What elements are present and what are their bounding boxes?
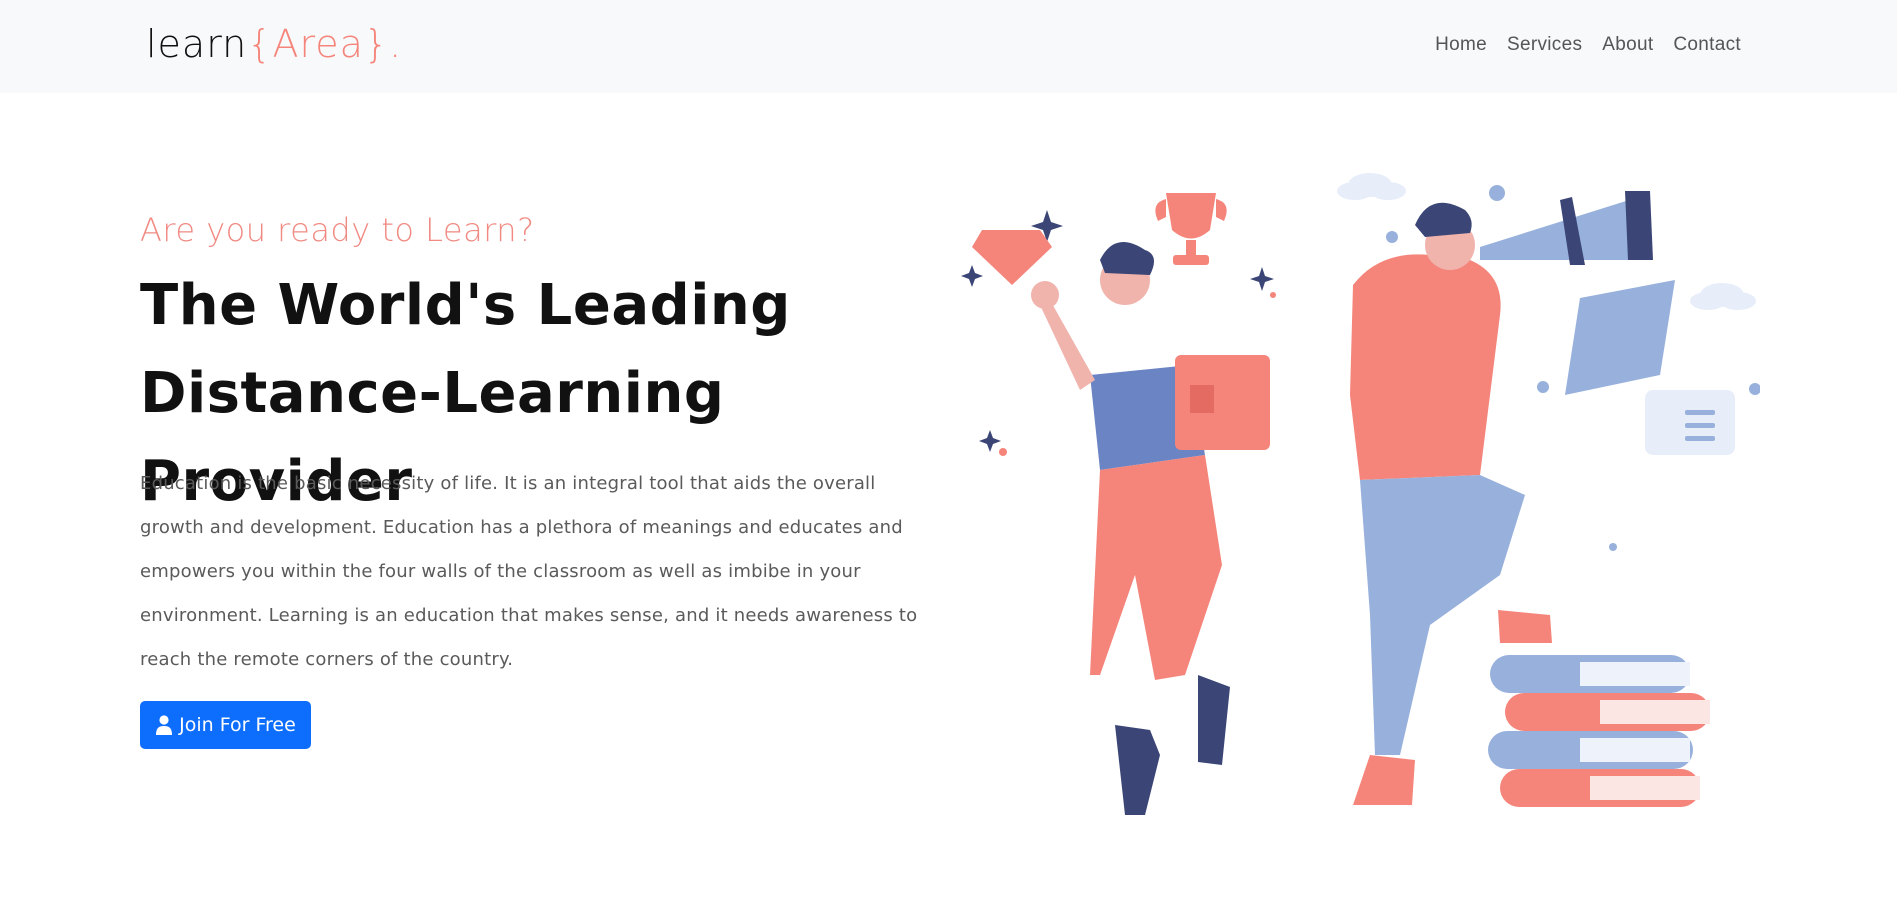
nav-link-contact[interactable]: Contact: [1663, 30, 1751, 60]
brand-accent: {Area}.: [247, 22, 403, 66]
nav-link-home[interactable]: Home: [1425, 30, 1497, 60]
nav-links: Home Services About Contact: [1425, 30, 1751, 60]
nav-link-services[interactable]: Services: [1497, 30, 1592, 60]
hero-illustration: [961, 173, 1760, 815]
hero-subtitle: Are you ready to Learn?: [140, 211, 535, 249]
diamond-icon: [972, 230, 1052, 285]
user-icon: [156, 715, 173, 735]
nav-link-about[interactable]: About: [1592, 30, 1663, 60]
brand-logo[interactable]: learn{Area}.: [146, 16, 402, 72]
brand-main: learn: [146, 22, 248, 66]
document-card-icon: [1645, 390, 1735, 455]
trophy-icon: [1155, 193, 1227, 265]
books-stack-icon: [1488, 655, 1710, 807]
open-book-icon: [1565, 280, 1675, 395]
hero-paragraph: Education is the basic necessity of life…: [140, 473, 918, 670]
student-jumping-illustration: [1031, 242, 1270, 815]
join-for-free-button[interactable]: Join For Free: [140, 701, 311, 749]
join-button-label: Join For Free: [179, 714, 296, 736]
student-telescope-illustration: [1350, 191, 1735, 807]
navbar: learn{Area}. Home Services About Contact: [0, 0, 1897, 93]
